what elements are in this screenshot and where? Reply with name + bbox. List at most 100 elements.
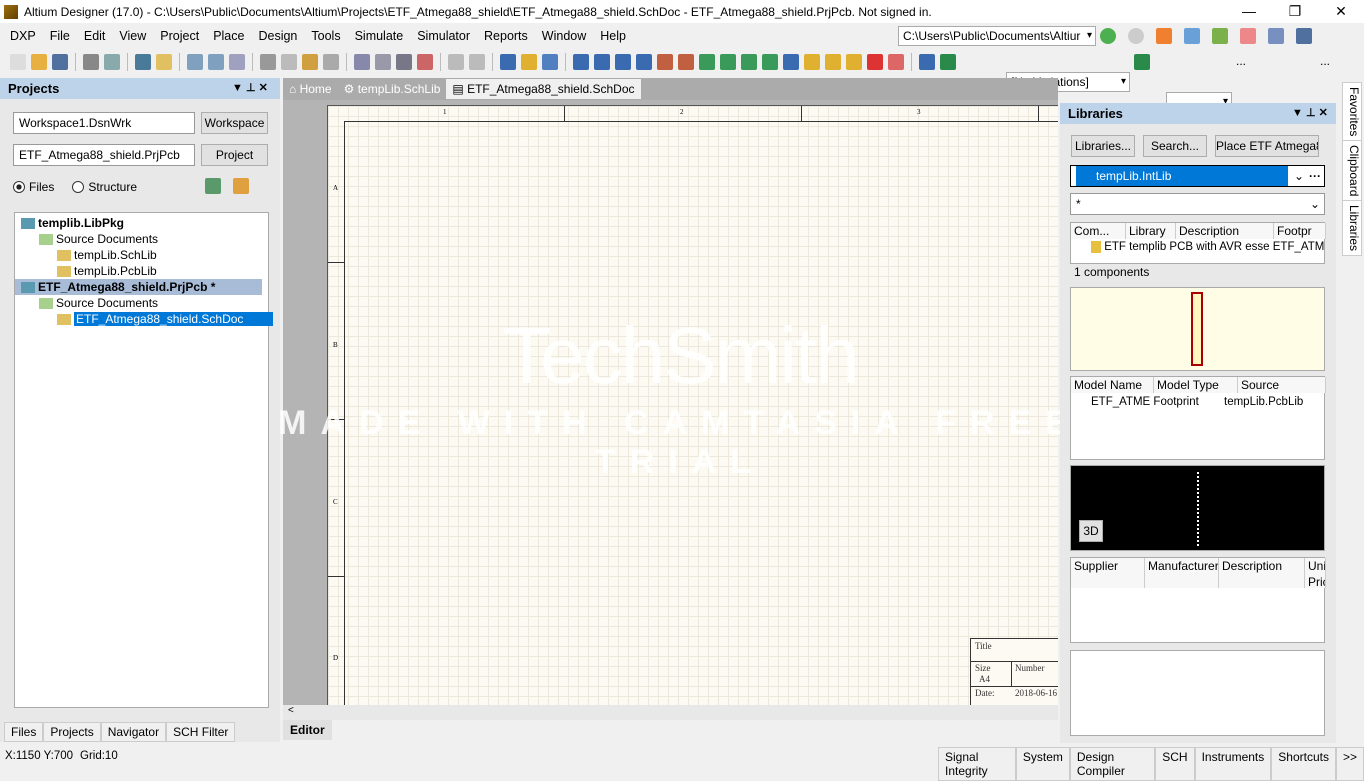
library-select[interactable]: tempLib.IntLib ⌄ ··· xyxy=(1070,165,1325,187)
pen-icon[interactable] xyxy=(919,54,935,70)
tab--[interactable]: >> xyxy=(1335,747,1364,781)
filter-input[interactable]: * ⌄ xyxy=(1070,193,1325,215)
tab-schdoc[interactable]: ▤ ETF_Atmega88_shield.SchDoc xyxy=(446,79,641,99)
column-header[interactable]: Description xyxy=(1219,558,1305,588)
device-sheet-icon[interactable] xyxy=(762,54,778,70)
schematic-sheet[interactable]: 1 2 3 A B C D Title Size Number A4 Date:… xyxy=(327,105,1058,705)
tab-files[interactable]: Files xyxy=(4,722,44,742)
panel-menu-icon[interactable]: ▼ ⊥ ✕ xyxy=(1292,103,1328,124)
structure-radio[interactable] xyxy=(72,181,85,193)
part-icon[interactable] xyxy=(699,54,715,70)
zoom-selected-icon[interactable] xyxy=(229,54,245,70)
harness-icon[interactable] xyxy=(783,54,799,70)
print-icon[interactable] xyxy=(83,54,99,70)
tab-templib-schlib[interactable]: ⚙ tempLib.SchLib xyxy=(338,79,447,99)
undo-icon[interactable] xyxy=(448,54,464,70)
more-icon[interactable]: ··· xyxy=(1309,166,1321,186)
column-header[interactable]: Manufacturer xyxy=(1145,558,1219,588)
tree-item[interactable]: Source Documents xyxy=(15,231,158,247)
tab-sch-filter[interactable]: SCH Filter xyxy=(166,722,236,742)
workspace-select[interactable]: Workspace1.DsnWrk xyxy=(13,112,195,134)
libraries-button[interactable]: Libraries... xyxy=(1071,135,1135,157)
tree-item[interactable]: tempLib.PcbLib xyxy=(15,263,157,279)
pcb-icon[interactable] xyxy=(940,54,956,70)
bus-entry-icon[interactable] xyxy=(615,54,631,70)
side-tab-clipboard[interactable]: Clipboard xyxy=(1342,140,1362,202)
project-options-icon[interactable] xyxy=(205,178,221,194)
ground-icon[interactable] xyxy=(657,54,673,70)
horizontal-scrollbar[interactable]: < xyxy=(283,705,1058,720)
pcb-variant-icon[interactable] xyxy=(1134,54,1150,70)
net-label-icon[interactable] xyxy=(636,54,652,70)
menu-reports[interactable]: Reports xyxy=(484,29,528,43)
maximize-button[interactable]: ❐ xyxy=(1272,0,1318,23)
chevron-down-icon[interactable]: ⌄ xyxy=(1310,194,1320,214)
tab-design-compiler[interactable]: Design Compiler xyxy=(1069,747,1156,781)
tab-instruments[interactable]: Instruments xyxy=(1194,747,1272,781)
column-header[interactable]: Library xyxy=(1126,223,1176,239)
3d-icon[interactable] xyxy=(135,54,151,70)
directive-icon[interactable] xyxy=(846,54,862,70)
menu-project[interactable]: Project xyxy=(160,29,199,43)
editor-tab[interactable]: Editor xyxy=(283,720,332,740)
tree-item[interactable]: tempLib.SchLib xyxy=(15,247,157,263)
ground-power-icon[interactable] xyxy=(1268,28,1284,44)
side-tab-favorites[interactable]: Favorites xyxy=(1342,82,1362,142)
browse-icon[interactable] xyxy=(542,54,558,70)
tab-shortcuts[interactable]: Shortcuts xyxy=(1271,747,1336,781)
tab-system[interactable]: System xyxy=(1015,747,1070,781)
tab-home[interactable]: ⌂ Home xyxy=(283,79,338,99)
tree-item[interactable]: ETF_Atmega88_shield.PrjPcb * xyxy=(15,279,262,295)
menu-dxp[interactable]: DXP xyxy=(10,29,36,43)
rubber-stamp-icon[interactable] xyxy=(323,54,339,70)
workspace-button[interactable]: Workspace xyxy=(201,112,268,134)
files-radio[interactable] xyxy=(13,181,25,193)
panel-menu-icon[interactable]: ▼ ⊥ ✕ xyxy=(232,78,268,99)
column-header[interactable]: Com... xyxy=(1071,223,1126,239)
print-preview-icon[interactable] xyxy=(104,54,120,70)
tree-item[interactable]: templib.LibPkg xyxy=(15,215,124,231)
menu-view[interactable]: View xyxy=(119,29,146,43)
back-icon[interactable] xyxy=(1100,28,1116,44)
vcc-icon[interactable] xyxy=(678,54,694,70)
menu-place[interactable]: Place xyxy=(213,29,244,43)
new-icon[interactable] xyxy=(10,54,26,70)
side-tab-libraries[interactable]: Libraries xyxy=(1342,200,1362,257)
menu-tools[interactable]: Tools xyxy=(311,29,340,43)
tab-projects[interactable]: Projects xyxy=(43,722,101,742)
search-button[interactable]: Search... xyxy=(1143,135,1207,157)
tree-item[interactable]: Source Documents xyxy=(15,295,158,311)
forward-icon[interactable] xyxy=(1128,28,1144,44)
sheet-symbol-icon[interactable] xyxy=(720,54,736,70)
filter-1-more[interactable]: ... xyxy=(1236,54,1246,68)
menu-edit[interactable]: Edit xyxy=(84,29,106,43)
menu-design[interactable]: Design xyxy=(258,29,297,43)
place-component-button[interactable]: Place ETF Atmega88 xyxy=(1215,135,1319,157)
minimize-button[interactable]: — xyxy=(1226,0,1272,23)
filter-2-more[interactable]: ... xyxy=(1320,54,1330,68)
no-erc-icon[interactable] xyxy=(867,54,883,70)
copy-icon[interactable] xyxy=(281,54,297,70)
tab-sch[interactable]: SCH xyxy=(1155,747,1195,781)
model-row[interactable]: ETF_ATME Footprint tempLib.PcbLib xyxy=(1091,396,1303,408)
add-document-icon[interactable] xyxy=(233,178,249,194)
column-header[interactable]: Model Type xyxy=(1154,377,1238,393)
menu-simulate[interactable]: Simulate xyxy=(355,29,404,43)
redo-icon[interactable] xyxy=(469,54,485,70)
grid-icon[interactable] xyxy=(1296,28,1312,44)
column-header[interactable]: Model Name xyxy=(1071,377,1154,393)
project-field[interactable]: ETF_Atmega88_shield.PrjPcb xyxy=(13,144,195,166)
menu-file[interactable]: File xyxy=(50,29,70,43)
open-icon[interactable] xyxy=(31,54,47,70)
close-button[interactable]: ✕ xyxy=(1318,0,1364,23)
home-icon[interactable] xyxy=(1156,28,1172,44)
port-icon[interactable] xyxy=(804,54,820,70)
menu-window[interactable]: Window xyxy=(542,29,586,43)
move-icon[interactable] xyxy=(375,54,391,70)
menu-simulator[interactable]: Simulator xyxy=(417,29,470,43)
column-header[interactable]: Unit Price xyxy=(1305,558,1326,588)
zoom-area-icon[interactable] xyxy=(208,54,224,70)
column-header[interactable]: Source xyxy=(1238,377,1326,393)
tab-signal-integrity[interactable]: Signal Integrity xyxy=(938,747,1016,781)
project-button[interactable]: Project xyxy=(201,144,268,166)
